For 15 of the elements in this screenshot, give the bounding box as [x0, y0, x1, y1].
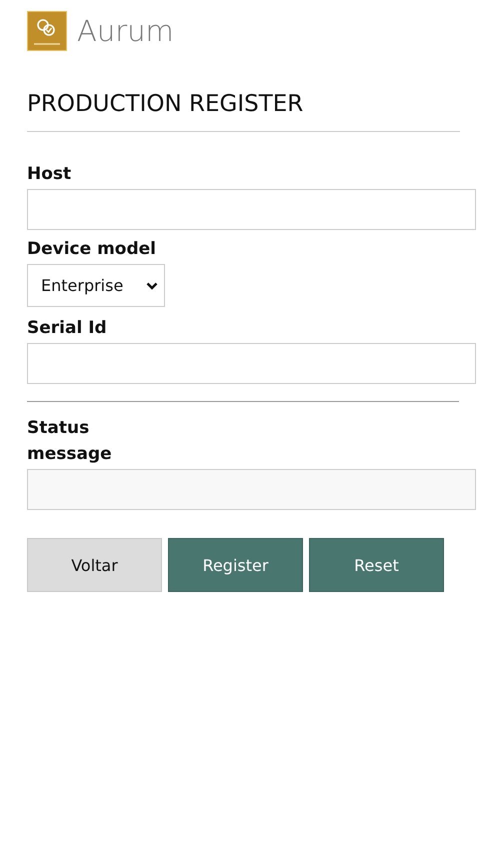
field-label: Serial Id	[27, 317, 108, 340]
action-button[interactable]: Register	[168, 538, 303, 592]
input-field[interactable]	[27, 189, 476, 230]
select-field[interactable]: Enterprise	[27, 264, 165, 307]
logo-text: Aurum	[77, 14, 174, 48]
action-button[interactable]: Voltar	[27, 538, 162, 592]
action-button[interactable]: Reset	[309, 538, 444, 592]
field-label: Host	[27, 163, 72, 186]
chevron-icon	[146, 282, 158, 290]
page-title: PRODUCTION REGISTER	[27, 90, 304, 119]
field-label: Device model	[27, 238, 157, 261]
input-field[interactable]	[27, 343, 476, 384]
logo-icon	[27, 11, 67, 51]
field-label: Status message	[27, 417, 113, 466]
input-field[interactable]	[27, 469, 476, 510]
